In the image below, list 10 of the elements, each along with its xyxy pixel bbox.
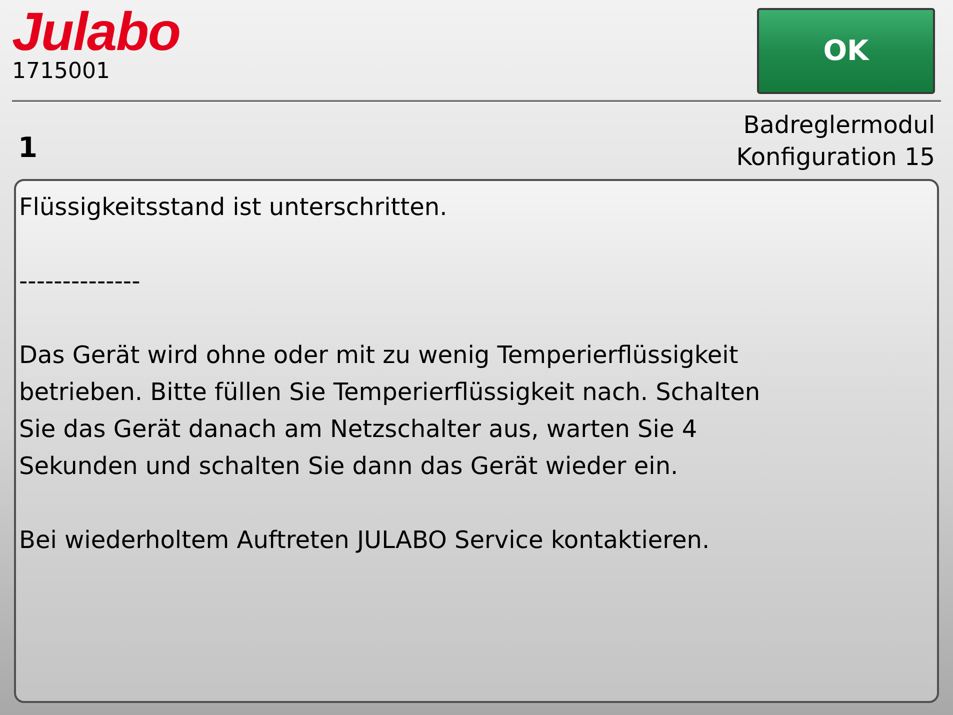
message-text: --------------: [19, 266, 142, 297]
ok-button[interactable]: OK: [757, 8, 935, 94]
module-name: Badreglermodul: [743, 110, 935, 141]
logo: Julabo: [12, 6, 180, 58]
configuration: Konfiguration 15: [736, 142, 935, 173]
serial-number: 1715001: [12, 58, 111, 86]
message-text: Bei wiederholtem Auftreten JULABO Service kontaktieren.: [19, 525, 711, 556]
message-text: Flüssigkeitsstand ist unterschritten.: [19, 192, 448, 223]
number: 1: [18, 130, 38, 166]
message-text: Das Gerät wird ohne oder mit zu wenig Temperierflüssigkeit betrieben. Bitte füllen Sie Temperierflüssigkeit nach. Schalten Sie das Gerät danach am Netzschalter aus, warten Sie 4 Sekunden und schalten Sie dann das Gerät wieder ein.: [19, 340, 762, 482]
